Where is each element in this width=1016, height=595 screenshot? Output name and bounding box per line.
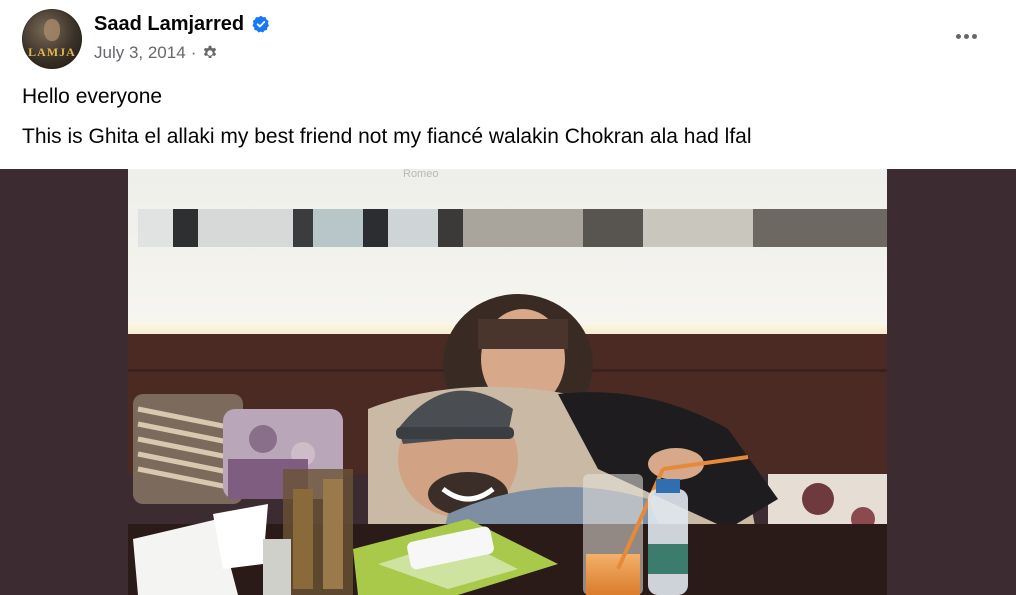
author-row: Saad Lamjarred (94, 11, 270, 37)
avatar-face (44, 19, 60, 41)
photo-sign-text: Romeo (403, 169, 438, 180)
photo-bottle (648, 489, 688, 595)
more-dot (963, 33, 969, 39)
author-avatar[interactable]: LAMJA (22, 9, 82, 69)
avatar-text: LAMJA (28, 45, 76, 59)
meta-separator: · (190, 43, 197, 62)
photo-container[interactable]: Romeo (0, 169, 1016, 595)
post-meta: July 3, 2014 · (94, 41, 219, 65)
post-photo[interactable]: Romeo (128, 169, 887, 595)
more-dot (955, 33, 961, 39)
more-dot (971, 33, 977, 39)
post-text-line: Hello everyone (22, 85, 163, 108)
more-options-button[interactable] (946, 18, 986, 54)
post-text-line: This is Ghita el allaki my best friend n… (22, 125, 752, 148)
gear-icon[interactable] (201, 44, 219, 62)
verified-badge-icon (252, 15, 270, 33)
post-text: Hello everyone This is Ghita el allaki m… (22, 82, 992, 162)
post-date[interactable]: July 3, 2014 (94, 43, 186, 63)
author-name[interactable]: Saad Lamjarred (94, 11, 244, 37)
post-header: LAMJA Saad Lamjarred July 3, 2014 · (0, 0, 1016, 76)
